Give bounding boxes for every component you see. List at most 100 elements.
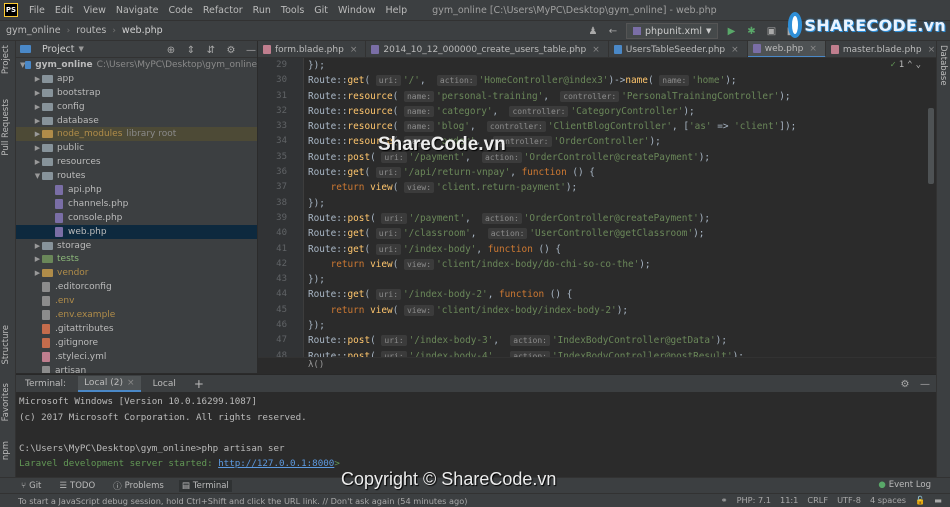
tree-item-artisan[interactable]: artisan — [16, 364, 257, 373]
tree-item-web-php[interactable]: web.php — [16, 224, 257, 239]
chevron-right-icon[interactable]: ▶ — [33, 158, 42, 166]
menu-refactor[interactable]: Refactor — [198, 5, 248, 16]
debug-icon[interactable]: ✱ — [744, 24, 758, 38]
hierarchy-icon[interactable]: ⚭ — [721, 495, 728, 506]
tree-item-vendor[interactable]: ▶ vendor — [16, 266, 257, 280]
project-panel-title[interactable]: Project — [42, 44, 75, 55]
expand-all-icon[interactable]: ⇵ — [204, 43, 218, 57]
close-icon[interactable]: × — [731, 45, 739, 55]
editor-tab[interactable]: UsersTableSeeder.php × — [609, 41, 748, 57]
tree-item-tests[interactable]: ▶ tests — [16, 252, 257, 266]
chevron-right-icon[interactable]: ▶ — [33, 144, 42, 152]
gear-icon[interactable]: ⚙ — [224, 43, 238, 57]
breadcrumb-lambda[interactable]: λ() — [258, 357, 936, 373]
inspection-widget[interactable]: ✓ 1 ⌃ ⌄ — [890, 60, 921, 70]
terminal-tool-button[interactable]: ▤ Terminal — [178, 479, 232, 492]
close-icon[interactable]: × — [928, 45, 936, 55]
line-separator[interactable]: CRLF — [807, 495, 828, 506]
menu-window[interactable]: Window — [333, 5, 380, 16]
editor-tab[interactable]: form.blade.php × — [258, 41, 367, 57]
git-tool-button[interactable]: ⑂ Git — [18, 480, 44, 492]
close-icon[interactable]: × — [350, 45, 358, 55]
tree-item-editorconfig[interactable]: .editorconfig — [16, 280, 257, 294]
chevron-right-icon[interactable]: ▶ — [33, 255, 42, 263]
event-log-button[interactable]: ● Event Log — [875, 479, 934, 491]
tree-item-gitignore[interactable]: .gitignore — [16, 336, 257, 350]
breadcrumb-project[interactable]: gym_online — [0, 25, 67, 36]
editor-scrollbar-thumb[interactable] — [928, 108, 934, 184]
code-editor[interactable]: }); Route::get( uri: '/', action: 'HomeCon… — [305, 58, 925, 364]
npm-tool-tab[interactable]: npm — [1, 441, 11, 460]
close-icon[interactable]: × — [809, 44, 817, 54]
chevron-right-icon[interactable]: ▶ — [33, 269, 42, 277]
locate-file-icon[interactable]: ⊕ — [164, 43, 178, 57]
pull-requests-tool-tab[interactable]: Pull Requests — [1, 99, 11, 156]
tree-item-routes[interactable]: ▼ routes — [16, 169, 257, 183]
breadcrumb-file[interactable]: web.php — [116, 25, 169, 36]
indent-setting[interactable]: 4 spaces — [870, 495, 906, 506]
breadcrumb-folder[interactable]: routes — [70, 25, 112, 36]
chevron-right-icon[interactable]: ▶ — [33, 117, 42, 125]
menu-tools[interactable]: Tools — [276, 5, 309, 16]
chevron-up-icon[interactable]: ⌃ — [907, 60, 912, 70]
file-encoding[interactable]: UTF-8 — [837, 495, 861, 506]
php-version[interactable]: PHP: 7.1 — [737, 495, 771, 506]
menu-navigate[interactable]: Navigate — [111, 5, 164, 16]
structure-tool-tab[interactable]: Structure — [1, 325, 11, 365]
chevron-down-icon[interactable]: ⌄ — [916, 60, 921, 70]
database-tool-tab[interactable]: Database — [938, 45, 948, 86]
editor-tab[interactable]: 2014_10_12_000000_create_users_table.php… — [366, 41, 609, 57]
menu-file[interactable]: File — [24, 5, 50, 16]
tree-item-app[interactable]: ▶ app — [16, 72, 257, 86]
tree-item-env-example[interactable]: .env.example — [16, 308, 257, 322]
run-icon[interactable]: ▶ — [724, 24, 738, 38]
editor-tab[interactable]: web.php × — [747, 41, 826, 57]
tree-item-node-modules[interactable]: ▶ node_modules library root — [16, 127, 257, 142]
lock-icon[interactable]: 🔓 — [915, 495, 925, 506]
tree-item-console-php[interactable]: console.php — [16, 211, 257, 225]
tree-item-config[interactable]: ▶ config — [16, 100, 257, 114]
vcs-user-icon[interactable]: ♟ — [586, 24, 600, 38]
server-url-link[interactable]: http://127.0.0.1:8000 — [218, 458, 334, 469]
tree-item-resources[interactable]: ▶ resources — [16, 155, 257, 169]
chevron-right-icon[interactable]: ▶ — [33, 242, 42, 250]
terminal-tab-local-2[interactable]: Local (2) × — [78, 375, 141, 392]
tree-item-database[interactable]: ▶ database — [16, 114, 257, 128]
chevron-right-icon[interactable]: ▶ — [33, 130, 42, 138]
project-tool-tab[interactable]: Project — [1, 45, 11, 74]
menu-view[interactable]: View — [78, 5, 111, 16]
tree-item-storage[interactable]: ▶ storage — [16, 239, 257, 253]
tree-item-gym-online[interactable]: ▼ gym_online C:\Users\MyPC\Desktop\gym_onl… — [16, 58, 257, 72]
problems-tool-button[interactable]: ⓘ Problems — [110, 479, 167, 493]
chevron-down-icon[interactable]: ▼ — [79, 45, 84, 53]
editor-scrollbar[interactable] — [928, 62, 934, 362]
collapse-all-icon[interactable]: ⇕ — [184, 43, 198, 57]
chevron-right-icon[interactable]: ▶ — [33, 103, 42, 111]
caret-position[interactable]: 11:1 — [780, 495, 798, 506]
new-terminal-tab-button[interactable]: + — [188, 375, 210, 393]
menu-git[interactable]: Git — [309, 5, 333, 16]
favorites-tool-tab[interactable]: Favorites — [1, 383, 11, 421]
todo-tool-button[interactable]: ☰ TODO — [56, 480, 98, 492]
tree-item-api-php[interactable]: api.php — [16, 183, 257, 197]
chevron-down-icon[interactable]: ▼ — [33, 172, 42, 180]
menu-run[interactable]: Run — [248, 5, 276, 16]
tree-item-bootstrap[interactable]: ▶ bootstrap — [16, 86, 257, 100]
tree-item-env[interactable]: .env — [16, 294, 257, 308]
terminal-tab-local[interactable]: Local — [147, 377, 182, 391]
run-configuration-select[interactable]: phpunit.xml ▼ — [626, 23, 719, 39]
close-icon[interactable]: × — [592, 45, 600, 55]
menu-edit[interactable]: Edit — [50, 5, 78, 16]
hide-panel-icon[interactable]: — — [244, 43, 257, 57]
tree-item-gitattributes[interactable]: .gitattributes — [16, 322, 257, 336]
gear-icon[interactable]: ⚙ — [898, 377, 912, 391]
tree-item-channels-php[interactable]: channels.php — [16, 197, 257, 211]
menu-code[interactable]: Code — [163, 5, 197, 16]
close-icon[interactable]: × — [127, 378, 135, 388]
back-arrow-icon[interactable]: ← — [606, 24, 620, 38]
chevron-right-icon[interactable]: ▶ — [33, 89, 42, 97]
status-message[interactable]: To start a JavaScript debug session, hol… — [0, 496, 467, 506]
memory-indicator-icon[interactable]: ▬ — [934, 495, 942, 506]
editor-tab[interactable]: master.blade.php × — [826, 41, 936, 57]
hide-panel-icon[interactable]: — — [918, 377, 932, 391]
